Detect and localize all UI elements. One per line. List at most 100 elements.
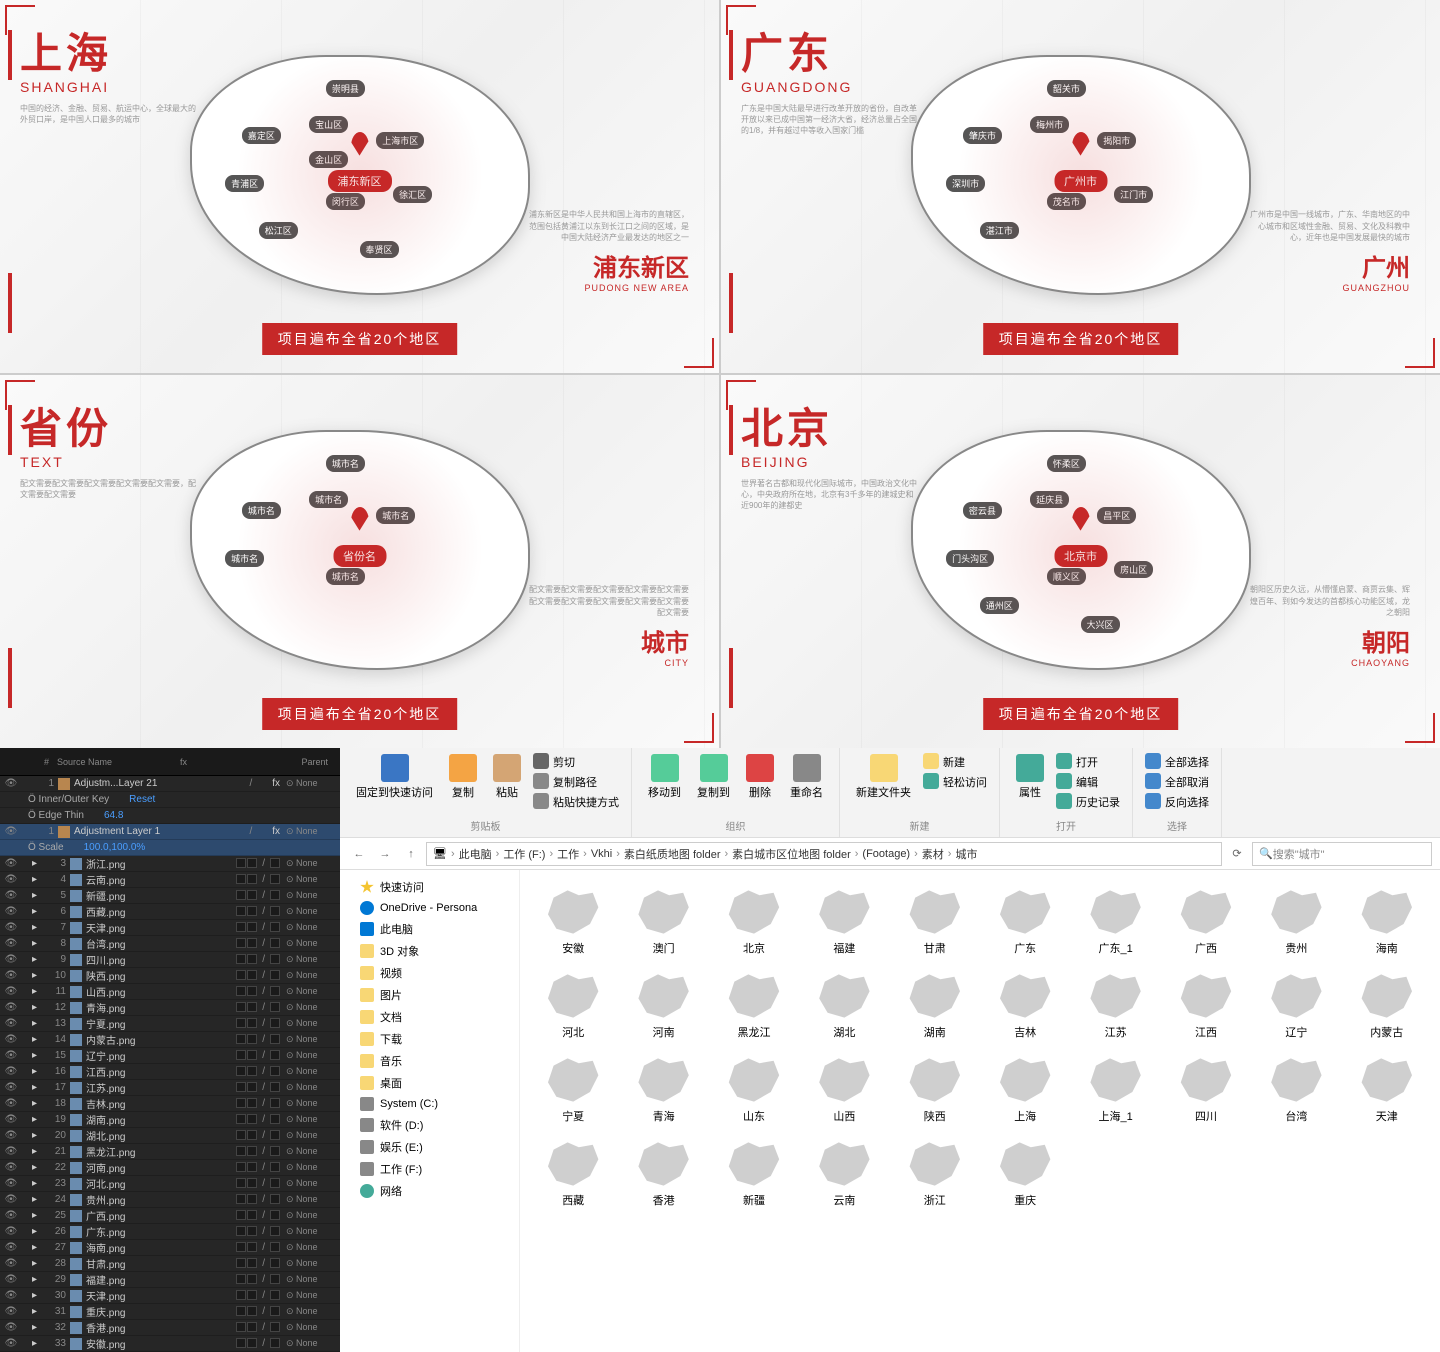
edit-button[interactable]: 编辑 bbox=[1056, 772, 1120, 792]
ae-layer-row[interactable]: 👁▸24贵州.png/⊙ None bbox=[0, 1192, 340, 1208]
search-input[interactable]: 🔍 搜索"城市" bbox=[1252, 842, 1432, 866]
sidebar-item[interactable]: System (C:) bbox=[340, 1094, 519, 1114]
easyaccess-button[interactable]: 轻松访问 bbox=[923, 772, 987, 792]
ae-layer-row[interactable]: 👁▸26广东.png/⊙ None bbox=[0, 1224, 340, 1240]
delete-button[interactable]: 删除 bbox=[742, 752, 778, 802]
ae-layer-row[interactable]: 👁▸17江苏.png/⊙ None bbox=[0, 1080, 340, 1096]
ae-layer-row[interactable]: 👁▸20湖北.png/⊙ None bbox=[0, 1128, 340, 1144]
breadcrumb-segment[interactable]: 素白城市区位地图 folder bbox=[732, 846, 851, 862]
properties-button[interactable]: 属性 bbox=[1012, 752, 1048, 802]
file-item[interactable]: 内蒙古 bbox=[1346, 966, 1428, 1046]
file-item[interactable]: 江西 bbox=[1165, 966, 1247, 1046]
ae-layer-row[interactable]: Ö Edge Thin64.8 bbox=[0, 808, 340, 824]
file-item[interactable]: 台湾 bbox=[1255, 1050, 1337, 1130]
ae-layer-row[interactable]: 👁1Adjustm...Layer 21/fx⊙ None bbox=[0, 776, 340, 792]
ae-layer-row[interactable]: 👁▸16江西.png/⊙ None bbox=[0, 1064, 340, 1080]
ae-layer-row[interactable]: 👁▸5新疆.png/⊙ None bbox=[0, 888, 340, 904]
file-item[interactable]: 青海 bbox=[622, 1050, 704, 1130]
new-item-button[interactable]: 新建 bbox=[923, 752, 987, 772]
file-item[interactable]: 浙江 bbox=[894, 1134, 976, 1214]
file-item[interactable]: 湖南 bbox=[894, 966, 976, 1046]
ae-layer-row[interactable]: 👁▸32香港.png/⊙ None bbox=[0, 1320, 340, 1336]
ae-layer-row[interactable]: 👁▸9四川.png/⊙ None bbox=[0, 952, 340, 968]
invert-button[interactable]: 反向选择 bbox=[1145, 792, 1209, 812]
ae-layer-row[interactable]: 👁▸7天津.png/⊙ None bbox=[0, 920, 340, 936]
file-item[interactable]: 贵州 bbox=[1255, 882, 1337, 962]
ae-layer-row[interactable]: 👁▸25广西.png/⊙ None bbox=[0, 1208, 340, 1224]
file-item[interactable]: 黑龙江 bbox=[713, 966, 795, 1046]
up-button[interactable]: ↑ bbox=[400, 843, 422, 865]
sidebar-item[interactable]: 图片 bbox=[340, 984, 519, 1006]
copyto-button[interactable]: 复制到 bbox=[693, 752, 734, 802]
sidebar-item[interactable]: 3D 对象 bbox=[340, 940, 519, 962]
sidebar-item[interactable]: 桌面 bbox=[340, 1072, 519, 1094]
ae-layer-row[interactable]: 👁▸14内蒙古.png/⊙ None bbox=[0, 1032, 340, 1048]
ae-layer-row[interactable]: 👁▸28甘肃.png/⊙ None bbox=[0, 1256, 340, 1272]
file-item[interactable]: 上海_1 bbox=[1074, 1050, 1156, 1130]
breadcrumb-segment[interactable]: 城市 bbox=[955, 846, 977, 862]
ae-layer-row[interactable]: Ö Scale100.0,100.0% bbox=[0, 840, 340, 856]
file-item[interactable]: 重庆 bbox=[984, 1134, 1066, 1214]
sidebar-item[interactable]: 下载 bbox=[340, 1028, 519, 1050]
breadcrumb-segment[interactable]: 素材 bbox=[922, 846, 944, 862]
file-item[interactable]: 山东 bbox=[713, 1050, 795, 1130]
cut-button[interactable]: 剪切 bbox=[533, 752, 619, 772]
ae-layer-row[interactable]: 👁▸6西藏.png/⊙ None bbox=[0, 904, 340, 920]
breadcrumb[interactable]: 🖥›此电脑›工作 (F:)›工作›Vkhi›素白纸质地图 folder›素白城市… bbox=[426, 842, 1222, 866]
file-item[interactable]: 吉林 bbox=[984, 966, 1066, 1046]
file-item[interactable]: 香港 bbox=[622, 1134, 704, 1214]
file-item[interactable]: 甘肃 bbox=[894, 882, 976, 962]
file-item[interactable]: 福建 bbox=[803, 882, 885, 962]
ae-layer-row[interactable]: 👁▸23河北.png/⊙ None bbox=[0, 1176, 340, 1192]
file-item[interactable]: 广东_1 bbox=[1074, 882, 1156, 962]
file-item[interactable]: 四川 bbox=[1165, 1050, 1247, 1130]
sidebar-item[interactable]: 此电脑 bbox=[340, 918, 519, 940]
breadcrumb-segment[interactable]: 工作 (F:) bbox=[503, 846, 545, 862]
pasteshortcut-button[interactable]: 粘贴快捷方式 bbox=[533, 792, 619, 812]
breadcrumb-segment[interactable]: 工作 bbox=[557, 846, 579, 862]
file-item[interactable]: 西藏 bbox=[532, 1134, 614, 1214]
file-item[interactable]: 陕西 bbox=[894, 1050, 976, 1130]
ae-layer-row[interactable]: 👁▸18吉林.png/⊙ None bbox=[0, 1096, 340, 1112]
copypath-button[interactable]: 复制路径 bbox=[533, 772, 619, 792]
refresh-button[interactable]: ⟳ bbox=[1226, 843, 1248, 865]
ae-layer-row[interactable]: 👁▸4云南.png/⊙ None bbox=[0, 872, 340, 888]
ae-layer-row[interactable]: Ö Inner/Outer KeyReset bbox=[0, 792, 340, 808]
file-item[interactable]: 河北 bbox=[532, 966, 614, 1046]
file-item[interactable]: 湖北 bbox=[803, 966, 885, 1046]
ae-layer-row[interactable]: 👁▸11山西.png/⊙ None bbox=[0, 984, 340, 1000]
ae-layer-row[interactable]: 👁▸19湖南.png/⊙ None bbox=[0, 1112, 340, 1128]
file-item[interactable]: 江苏 bbox=[1074, 966, 1156, 1046]
breadcrumb-segment[interactable]: (Footage) bbox=[862, 848, 910, 860]
file-item[interactable]: 上海 bbox=[984, 1050, 1066, 1130]
paste-button[interactable]: 粘贴 bbox=[489, 752, 525, 802]
file-item[interactable]: 海南 bbox=[1346, 882, 1428, 962]
file-item[interactable]: 新疆 bbox=[713, 1134, 795, 1214]
sidebar-item[interactable]: OneDrive - Persona bbox=[340, 898, 519, 918]
sidebar-item[interactable]: 工作 (F:) bbox=[340, 1158, 519, 1180]
file-item[interactable]: 辽宁 bbox=[1255, 966, 1337, 1046]
ae-layer-row[interactable]: 👁▸21黑龙江.png/⊙ None bbox=[0, 1144, 340, 1160]
history-button[interactable]: 历史记录 bbox=[1056, 792, 1120, 812]
copy-button[interactable]: 复制 bbox=[445, 752, 481, 802]
sidebar-item[interactable]: 快速访问 bbox=[340, 876, 519, 898]
pin-button[interactable]: 固定到快速访问 bbox=[352, 752, 437, 802]
file-grid[interactable]: 安徽澳门北京福建甘肃广东广东_1广西贵州海南河北河南黑龙江湖北湖南吉林江苏江西辽… bbox=[520, 870, 1440, 1352]
sidebar-item[interactable]: 文档 bbox=[340, 1006, 519, 1028]
ae-layer-row[interactable]: 👁▸31重庆.png/⊙ None bbox=[0, 1304, 340, 1320]
after-effects-timeline[interactable]: #Source NamefxParent 👁1Adjustm...Layer 2… bbox=[0, 748, 340, 1352]
sidebar-item[interactable]: 网络 bbox=[340, 1180, 519, 1202]
ae-layer-row[interactable]: 👁▸3浙江.png/⊙ None bbox=[0, 856, 340, 872]
ae-layer-row[interactable]: 👁▸33安徽.png/⊙ None bbox=[0, 1336, 340, 1352]
back-button[interactable]: ← bbox=[348, 843, 370, 865]
rename-button[interactable]: 重命名 bbox=[786, 752, 827, 802]
ae-layer-row[interactable]: 👁▸10陕西.png/⊙ None bbox=[0, 968, 340, 984]
forward-button[interactable]: → bbox=[374, 843, 396, 865]
sidebar-item[interactable]: 娱乐 (E:) bbox=[340, 1136, 519, 1158]
file-item[interactable]: 北京 bbox=[713, 882, 795, 962]
ae-layer-row[interactable]: 👁▸27海南.png/⊙ None bbox=[0, 1240, 340, 1256]
file-item[interactable]: 澳门 bbox=[622, 882, 704, 962]
file-item[interactable]: 广西 bbox=[1165, 882, 1247, 962]
ae-layer-row[interactable]: 👁▸13宁夏.png/⊙ None bbox=[0, 1016, 340, 1032]
selectall-button[interactable]: 全部选择 bbox=[1145, 752, 1209, 772]
